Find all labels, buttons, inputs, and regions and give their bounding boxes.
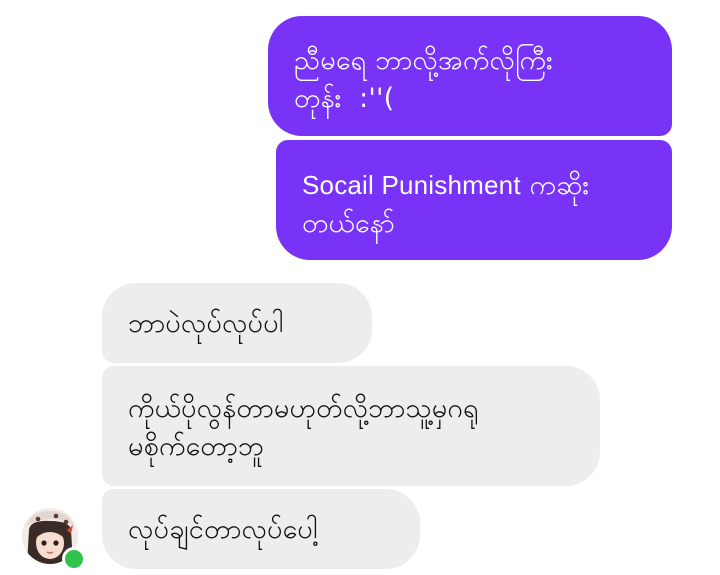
message-latin-text: Socail Punishment <box>302 170 521 200</box>
message-bubble-outgoing[interactable]: Socail Punishment ကဆိုး တယ်နော် <box>276 140 672 260</box>
message-bubble-incoming[interactable]: လုပ်ချင်တာလုပ်ပေါ့ <box>102 489 420 569</box>
message-bubble-outgoing[interactable]: ညီမရေ ဘာလို့အက်လိုကြီး တုန်း :''( <box>268 16 672 136</box>
online-status-indicator <box>62 547 86 571</box>
message-bubble-incoming[interactable]: ကိုယ်ပိုလွန်တာမဟုတ်လို့ဘာသူ့မှဂရု မစိုက်… <box>102 366 600 486</box>
chat-thread: ညီမရေ ဘာလို့အက်လိုကြီး တုန်း :''( Socail… <box>0 0 720 575</box>
message-bubble-incoming[interactable]: ဘာပဲလုပ်လုပ်ပါ <box>102 283 372 363</box>
